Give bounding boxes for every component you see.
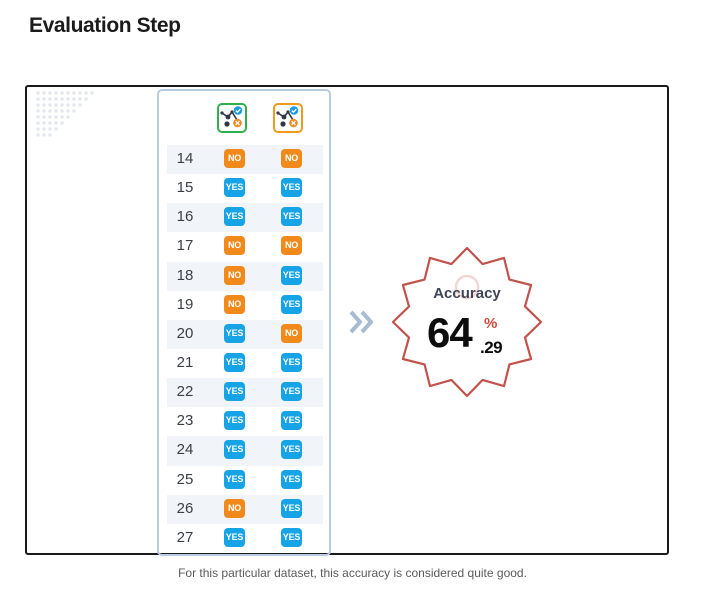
model-check-cross-icon	[220, 106, 243, 128]
yes-badge: YES	[224, 207, 245, 227]
no-badge: NO	[224, 149, 245, 168]
yes-badge: YES	[281, 294, 302, 314]
table-row: 20 YES NO	[167, 319, 323, 349]
yes-badge: YES	[281, 469, 302, 489]
yes-badge: YES	[224, 178, 245, 198]
table-row: 22 YES YES	[167, 378, 323, 408]
prediction-rows: 14 NO NO 15 YES YES 16 YES YES 17 NO NO 18 NO YES 19 NO Y…	[159, 145, 329, 553]
accuracy-decimal: .29	[480, 338, 503, 357]
yes-badge: YES	[281, 207, 302, 227]
yes-badge: YES	[224, 382, 245, 402]
accuracy-label: Accuracy	[433, 285, 501, 302]
predictions-table: 14 NO NO 15 YES YES 16 YES YES 17 NO NO 18 NO YES 19 NO Y…	[157, 89, 331, 556]
row-number: 14	[176, 150, 194, 167]
yes-badge: YES	[281, 440, 302, 460]
yes-badge: YES	[281, 178, 302, 198]
table-row: 17 NO NO	[167, 232, 323, 261]
row-number: 25	[176, 470, 194, 488]
table-row: 24 YES YES	[167, 436, 323, 466]
table-row: 18 NO YES	[167, 261, 323, 291]
no-badge: NO	[224, 294, 245, 314]
row-number: 21	[176, 353, 194, 371]
no-badge: NO	[281, 149, 302, 168]
row-number: 22	[176, 383, 194, 401]
evaluation-figure: 14 NO NO 15 YES YES 16 YES YES 17 NO NO 18 NO YES 19 NO Y…	[25, 85, 669, 556]
row-number: 23	[176, 412, 194, 430]
yes-badge: YES	[224, 323, 245, 343]
table-row: 19 NO YES	[167, 291, 323, 320]
no-badge: NO	[224, 498, 245, 518]
row-number: 26	[176, 499, 194, 517]
model-2-icon	[273, 103, 303, 133]
yes-badge: YES	[224, 440, 245, 460]
table-row: 25 YES YES	[167, 466, 323, 495]
table-row: 27 YES YES	[167, 524, 323, 553]
yes-badge: YES	[281, 382, 302, 402]
yes-badge: YES	[281, 265, 302, 285]
table-row: 16 YES YES	[167, 203, 323, 233]
accuracy-integer: 64	[427, 309, 473, 356]
no-badge: NO	[281, 323, 302, 343]
yes-badge: YES	[224, 469, 245, 489]
row-number: 27	[176, 528, 194, 546]
table-row: 15 YES YES	[167, 174, 323, 203]
yes-badge: YES	[224, 411, 245, 431]
section-title: Evaluation Step	[29, 14, 181, 37]
figure-caption: For this particular dataset, this accura…	[178, 566, 527, 580]
row-number: 20	[176, 324, 194, 342]
yes-badge: YES	[281, 411, 302, 431]
table-row: 23 YES YES	[167, 407, 323, 436]
row-number: 16	[176, 208, 194, 226]
no-badge: NO	[281, 236, 302, 256]
yes-badge: YES	[224, 527, 245, 547]
double-chevron-right-icon	[349, 310, 373, 334]
row-number: 24	[176, 441, 194, 459]
accuracy-percent-sign: %	[484, 315, 498, 332]
row-number: 19	[176, 295, 194, 313]
row-number: 17	[176, 237, 194, 255]
yes-badge: YES	[224, 352, 245, 372]
model-check-cross-icon	[276, 106, 299, 128]
table-row: 26 NO YES	[167, 494, 323, 524]
model-1-icon	[217, 103, 247, 133]
table-row: 21 YES YES	[167, 349, 323, 378]
yes-badge: YES	[281, 527, 302, 547]
dot-pattern-decoration	[36, 91, 94, 137]
table-row: 14 NO NO	[167, 145, 323, 175]
row-number: 15	[176, 179, 194, 197]
no-badge: NO	[224, 265, 245, 285]
row-number: 18	[176, 266, 194, 284]
yes-badge: YES	[281, 352, 302, 372]
yes-badge: YES	[281, 498, 302, 518]
no-badge: NO	[224, 236, 245, 256]
